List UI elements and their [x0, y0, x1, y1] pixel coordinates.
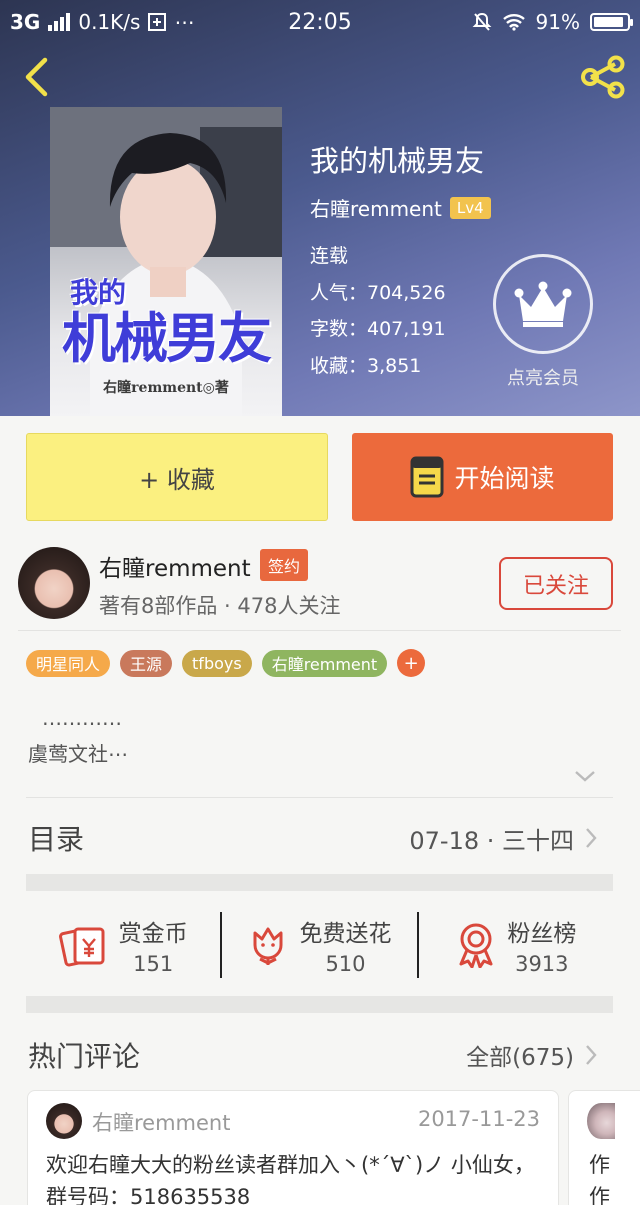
book-icon [410, 456, 444, 498]
tag-list: 明星同人 王源 tfboys 右瞳remment + [26, 649, 426, 677]
start-reading-label: 开始阅读 [454, 464, 555, 493]
stat-value: 151 [133, 952, 174, 976]
stat-value: 510 [325, 952, 366, 976]
description-line: 虞莺文社⋯ [28, 742, 128, 766]
tag-item[interactable]: tfboys [182, 649, 252, 677]
commenter-avatar[interactable] [587, 1103, 615, 1139]
tag-item[interactable]: 王源 [120, 649, 173, 677]
expand-description-button[interactable] [574, 768, 596, 787]
author-row[interactable]: 右瞳remment 签约 著有8部作品 · 478人关注 已关注 [0, 540, 640, 630]
signed-badge: 签约 [260, 549, 309, 581]
follow-button[interactable]: 已关注 [499, 557, 613, 610]
section-separator [26, 996, 613, 1013]
back-button[interactable] [14, 52, 58, 102]
status-more: ⋯ [174, 10, 195, 34]
comment-text: 作 作 [589, 1153, 610, 1205]
network-speed: 0.1K/s [78, 10, 141, 34]
serial-status: 连载 [310, 245, 349, 267]
popularity: 人气：704,526 [310, 281, 446, 304]
word-count: 字数：407,191 [310, 318, 446, 340]
chevron-down-icon [575, 771, 595, 782]
notification-icon [148, 13, 167, 31]
vip-button[interactable]: 点亮会员 [493, 254, 593, 390]
comments-title: 热门评论 [28, 1040, 141, 1073]
author-name[interactable]: 右瞳remment [99, 549, 251, 583]
stats-row: 赏金币 151 免费送花 510 粉丝榜 3913 [26, 905, 613, 985]
medal-icon [459, 923, 493, 968]
section-separator [26, 874, 613, 891]
book-description[interactable]: ………… 虞莺文社⋯ [28, 700, 128, 772]
mute-bell-icon [472, 12, 491, 31]
author-stats: 著有8部作品 · 478人关注 [99, 594, 341, 618]
wifi-icon [502, 14, 525, 31]
comments-header: 热门评论 全部(675) [28, 1033, 598, 1077]
commenter-name[interactable]: 右瞳remment [92, 1107, 230, 1137]
battery-percent: 91% [535, 10, 580, 34]
fan-ranking-button[interactable]: 粉丝榜 3913 [419, 914, 613, 976]
all-comments-label: 全部(675) [466, 1045, 574, 1071]
book-header: 3G 0.1K/s ⋯ 22:05 91% 我的 机械男友 右瞳remment◎… [0, 0, 640, 416]
favorite-button[interactable]: + 收藏 [26, 433, 328, 521]
status-bar: 3G 0.1K/s ⋯ 22:05 91% [0, 0, 640, 44]
latest-chapter-text: 07-18 · 三十四 [409, 826, 574, 855]
cover-author: 右瞳remment◎著 [103, 380, 229, 396]
add-tag-button[interactable]: + [397, 649, 426, 677]
description-line: ………… [42, 706, 122, 730]
network-type: 3G [10, 10, 41, 34]
latest-chapter[interactable]: 07-18 · 三十四 [409, 821, 598, 856]
stat-label: 免费送花 [299, 921, 392, 947]
favorite-label: + 收藏 [139, 465, 215, 494]
chevron-right-icon [586, 1045, 597, 1065]
chevron-left-icon [25, 57, 48, 97]
divider [18, 630, 621, 631]
share-button[interactable] [576, 52, 630, 102]
catalog-row[interactable]: 目录 07-18 · 三十四 [28, 815, 598, 861]
chevron-right-icon [586, 828, 597, 848]
stat-label: 赏金币 [118, 921, 188, 947]
follow-label: 已关注 [522, 573, 589, 599]
vip-label: 点亮会员 [507, 368, 579, 389]
send-flower-button[interactable]: 免费送花 510 [222, 914, 416, 976]
book-author-line: 右瞳remment Lv4 [310, 193, 491, 222]
catalog-label: 目录 [28, 823, 85, 856]
divider [26, 797, 613, 798]
battery-icon [590, 13, 633, 31]
stat-label: 粉丝榜 [507, 921, 577, 947]
comment-date: 2017-11-23 [417, 1107, 540, 1131]
tag-item[interactable]: 明星同人 [26, 649, 111, 677]
commenter-avatar[interactable] [46, 1103, 82, 1139]
start-reading-button[interactable]: 开始阅读 [352, 433, 613, 521]
book-cover[interactable]: 我的 机械男友 右瞳remment◎著 [50, 107, 282, 416]
reward-coin-icon [58, 927, 105, 967]
stat-value: 3913 [515, 952, 569, 976]
comment-text: 欢迎右瞳大大的粉丝读者群加入丶(*´∀`)ノ 小仙女，群号码：518635538 [46, 1153, 535, 1205]
flower-icon [253, 927, 283, 965]
level-badge: Lv4 [449, 196, 491, 219]
all-comments-link[interactable]: 全部(675) [466, 1038, 598, 1072]
author-avatar[interactable] [18, 547, 90, 619]
comment-card[interactable]: 作 作 [568, 1090, 640, 1205]
share-icon [581, 55, 625, 99]
book-title: 我的机械男友 [310, 144, 485, 178]
book-author[interactable]: 右瞳remment [310, 193, 442, 222]
favorites-count: 收藏：3,851 [310, 354, 422, 377]
book-meta: 连载 人气：704,526 字数：407,191 收藏：3,851 [310, 238, 446, 384]
tag-item[interactable]: 右瞳remment [261, 649, 388, 677]
cover-title: 我的 机械男友 [62, 276, 272, 370]
comment-card[interactable]: 右瞳remment 2017-11-23 欢迎右瞳大大的粉丝读者群加入丶(*´∀… [27, 1090, 559, 1205]
reward-coins-button[interactable]: 赏金币 151 [26, 914, 220, 976]
crown-icon [514, 281, 572, 327]
signal-icon [48, 13, 71, 31]
